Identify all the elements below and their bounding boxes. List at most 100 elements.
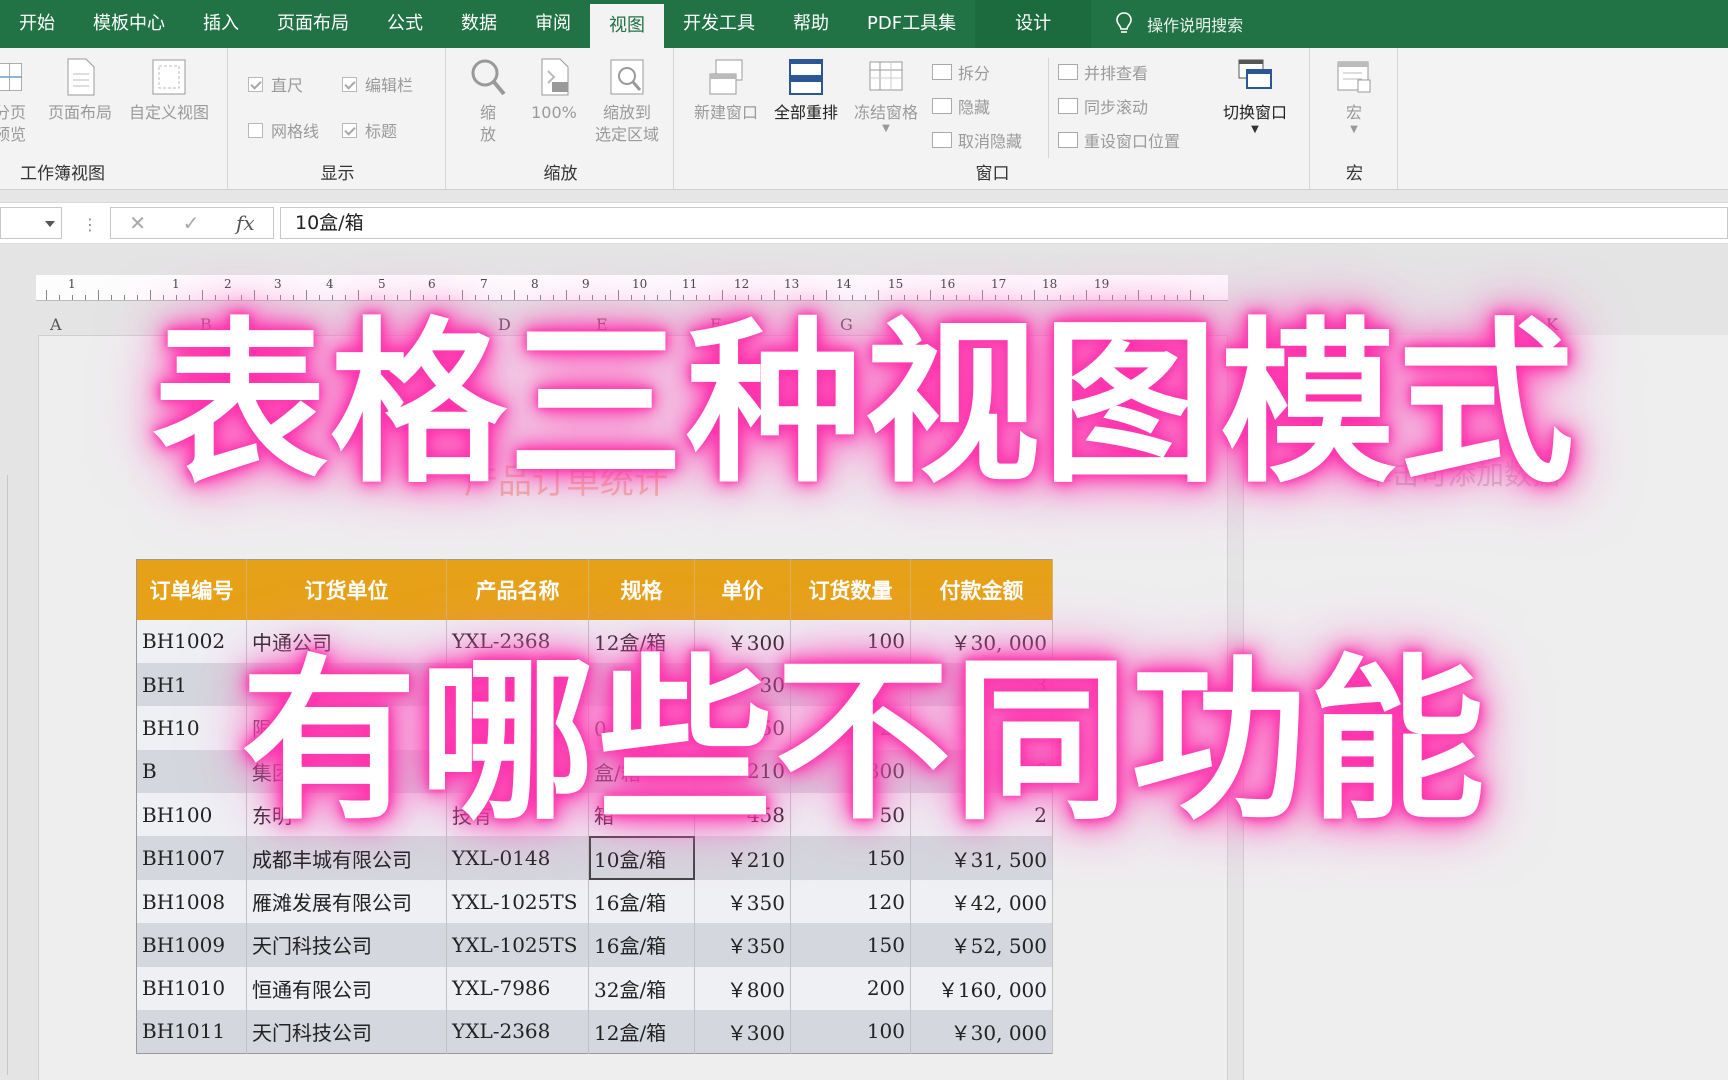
column-heading[interactable]: 规格 [588,559,695,620]
tab-4[interactable]: 公式 [368,0,442,48]
column-heading[interactable]: 付款金额 [910,559,1053,620]
ruler-number: 4 [326,277,334,291]
ruler-tick [501,295,502,300]
table-cell[interactable]: ￥350 [694,923,791,967]
table-cell[interactable]: BH1008 [136,879,247,924]
ruler-tick [59,295,60,300]
tab-11[interactable]: 设计 [975,0,1092,48]
column-heading[interactable]: 单价 [694,559,791,620]
ruler-check-box[interactable] [248,76,263,92]
confirm-entry-button[interactable]: ✓ [183,211,200,235]
column-heading[interactable]: 订货数量 [790,559,911,620]
sync-scroll-button[interactable]: 同步滚动 [1058,94,1148,118]
name-box[interactable] [0,207,62,239]
zoom-100-button[interactable]: 100% [526,56,582,124]
table-cell[interactable]: BH1011 [136,1010,247,1054]
macros-group-label: 宏 [1346,164,1363,184]
split-button[interactable]: 拆分 [932,60,990,84]
macros-button[interactable]: 宏 ▼ [1328,56,1380,136]
table-cell[interactable]: ￥160, 000 [910,966,1053,1011]
tab-8[interactable]: 开发工具 [664,0,774,48]
table-cell[interactable]: BH1009 [136,923,247,967]
switch-windows-button[interactable]: 切换窗口 ▼ [1212,56,1298,136]
gridlines-checkbox[interactable]: 网格线 [248,118,319,142]
freeze-panes-button[interactable]: 冻结窗格 ▼ [848,56,924,134]
table-cell[interactable]: 天门科技公司 [246,923,447,967]
table-cell[interactable]: 200 [790,966,911,1011]
formula-bar-grip-icon[interactable]: ⋮ [82,215,98,234]
ruler-checkbox[interactable]: 直尺 [248,72,303,96]
column-heading[interactable]: 订单编号 [136,559,247,620]
hide-button[interactable]: 隐藏 [932,94,990,118]
new-window-button[interactable]: 新建窗口 [688,56,764,124]
column-heading[interactable]: 产品名称 [446,559,589,620]
table-cell[interactable]: 100 [790,1010,911,1054]
ruler-tick [1060,295,1061,300]
table-cell[interactable]: ￥300 [694,1010,791,1054]
tell-me-search[interactable]: 操作说明搜索 [1115,11,1243,37]
table-cell[interactable]: 16盒/箱 [588,879,695,924]
zoom-button[interactable]: 缩 放 [466,56,510,146]
headings-check-box[interactable] [342,122,357,138]
tab-6[interactable]: 审阅 [516,0,590,48]
custom-views-button[interactable]: 自定义视图 [122,56,216,124]
tab-9[interactable]: 帮助 [774,0,848,48]
table-cell[interactable]: ￥350 [694,879,791,924]
tab-2[interactable]: 插入 [184,0,258,48]
table-cell[interactable]: YXL-7986 [446,966,589,1011]
table-cell[interactable]: YXL-1025TS [446,879,589,924]
table-cell[interactable]: 12盒/箱 [588,1010,695,1054]
ruler-tick [995,295,996,300]
ruler-tick [1164,295,1165,300]
table-cell[interactable]: 16盒/箱 [588,923,695,967]
custom-views-label: 自定义视图 [128,103,209,122]
ruler-tick [332,295,333,300]
tab-1[interactable]: 模板中心 [74,0,184,48]
table-cell[interactable]: 150 [790,923,911,967]
table-row: BH1009 天门科技公司 YXL-1025TS 16盒/箱 ￥350 150 ￥52, 5… [136,923,1053,967]
tab-3[interactable]: 页面布局 [258,0,368,48]
table-cell[interactable]: 恒通有限公司 [246,966,447,1011]
name-box-dropdown-icon[interactable] [45,221,55,227]
table-cell[interactable]: ￥52, 500 [910,923,1053,967]
macros-label: 宏 [1345,103,1362,122]
ruler-tick [683,295,684,300]
table-cell[interactable]: YXL-1025TS [446,923,589,967]
view-side-by-side-button[interactable]: 并排查看 [1058,60,1148,84]
zoom-to-selection-button[interactable]: 缩放到 选定区域 [588,56,666,146]
table-cell[interactable]: ￥42, 000 [910,879,1053,924]
tab-5[interactable]: 数据 [442,0,516,48]
arrange-all-button[interactable]: 全部重排 [768,56,844,124]
unhide-button[interactable]: 取消隐藏 [932,128,1022,152]
headings-checkbox[interactable]: 标题 [342,118,397,142]
ruler-tick [813,295,814,300]
table-cell[interactable]: 120 [790,879,911,924]
tab-0[interactable]: 开始 [0,0,74,48]
ruler-tick [865,295,866,300]
table-cell[interactable]: YXL-2368 [446,1010,589,1054]
page-break-preview-button[interactable]: 分页 预览 [0,56,30,146]
gridlines-check-box[interactable] [248,122,263,138]
ruler-tick [527,295,528,300]
reset-position-button[interactable]: 重设窗口位置 [1058,128,1180,152]
tab-7[interactable]: 视图 [590,4,664,48]
table-cell[interactable]: BH1007 [136,836,247,880]
formula-input[interactable]: 10盒/箱 [280,207,1728,239]
formula-bar-check-box[interactable] [342,76,357,92]
insert-function-button[interactable]: fx [236,211,255,235]
table-cell[interactable]: ￥800 [694,966,791,1011]
table-cell[interactable]: BH1010 [136,966,247,1011]
formula-bar-checkbox[interactable]: 编辑栏 [342,72,413,96]
sync-scroll-label: 同步滚动 [1084,98,1149,117]
page-layout-view-button[interactable]: 页面布局 [42,56,118,124]
cancel-entry-button[interactable]: ✕ [129,211,146,235]
table-cell[interactable]: 32盒/箱 [588,966,695,1011]
reset-position-label: 重设窗口位置 [1084,132,1181,151]
gridlines-label: 网格线 [271,122,320,141]
column-heading[interactable]: 订货单位 [246,559,447,620]
ruler-tick [124,295,125,300]
table-cell[interactable]: 天门科技公司 [246,1010,447,1054]
tab-10[interactable]: PDF工具集 [848,0,975,48]
table-cell[interactable]: 雁滩发展有限公司 [246,879,447,924]
table-cell[interactable]: ￥30, 000 [910,1010,1053,1054]
